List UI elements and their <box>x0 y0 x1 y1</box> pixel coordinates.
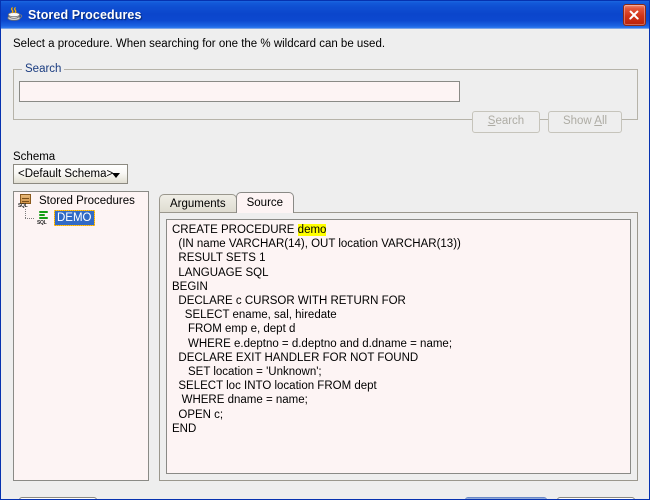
tab-strip: Arguments Source <box>159 191 295 213</box>
java-coffee-cup-icon <box>6 6 23 23</box>
tab-arguments-label: Arguments <box>170 198 226 210</box>
source-highlighted-name: demo <box>297 224 327 236</box>
close-icon[interactable] <box>623 4 646 26</box>
source-body: (IN name VARCHAR(14), OUT location VARCH… <box>172 238 461 435</box>
source-code-view[interactable]: CREATE PROCEDURE demo (IN name VARCHAR(1… <box>166 219 631 474</box>
tab-source-label: Source <box>246 197 284 209</box>
tree-root-label: Stored Procedures <box>39 194 135 207</box>
tab-arguments[interactable]: Arguments <box>159 194 237 213</box>
details-tab-panel: Arguments Source CREATE PROCEDURE demo (… <box>159 191 638 481</box>
stored-procedures-tree[interactable]: SQL Stored Procedures SQL DEMO <box>13 191 149 481</box>
cancel-button[interactable]: Cancel <box>557 497 635 499</box>
dialog-client-area: Select a procedure. When searching for o… <box>1 28 649 499</box>
procedure-icon: SQL <box>36 210 52 226</box>
help-button[interactable]: Help <box>19 497 97 499</box>
schema-select[interactable]: <Default Schema> <box>13 164 128 184</box>
chevron-down-icon <box>112 173 120 178</box>
tree-item-demo-label: DEMO <box>54 209 95 226</box>
stored-procedures-folder-icon: SQL <box>18 193 34 209</box>
search-input[interactable] <box>19 81 460 102</box>
show-all-button[interactable]: Show All <box>548 111 622 133</box>
title-bar: Stored Procedures <box>1 1 649 28</box>
tree-branch-line <box>20 208 36 226</box>
tree-item-demo[interactable]: SQL DEMO <box>14 208 148 226</box>
tab-content-source: CREATE PROCEDURE demo (IN name VARCHAR(1… <box>159 212 638 481</box>
dialog-description: Select a procedure. When searching for o… <box>13 38 386 50</box>
tree-root-node[interactable]: SQL Stored Procedures <box>14 192 148 209</box>
show-all-button-label: Show All <box>562 115 608 128</box>
search-button[interactable]: Search <box>472 111 540 133</box>
ok-button[interactable]: OK <box>465 497 547 499</box>
search-button-label: Search <box>487 115 525 128</box>
schema-label: Schema <box>13 151 56 163</box>
tab-source[interactable]: Source <box>235 192 295 213</box>
stored-procedures-dialog: Stored Procedures Select a procedure. Wh… <box>0 0 650 500</box>
search-group-legend: Search <box>22 63 65 75</box>
schema-selected-value: <Default Schema> <box>18 168 114 180</box>
window-title: Stored Procedures <box>28 7 142 22</box>
source-line1-prefix: CREATE PROCEDURE <box>172 224 298 236</box>
